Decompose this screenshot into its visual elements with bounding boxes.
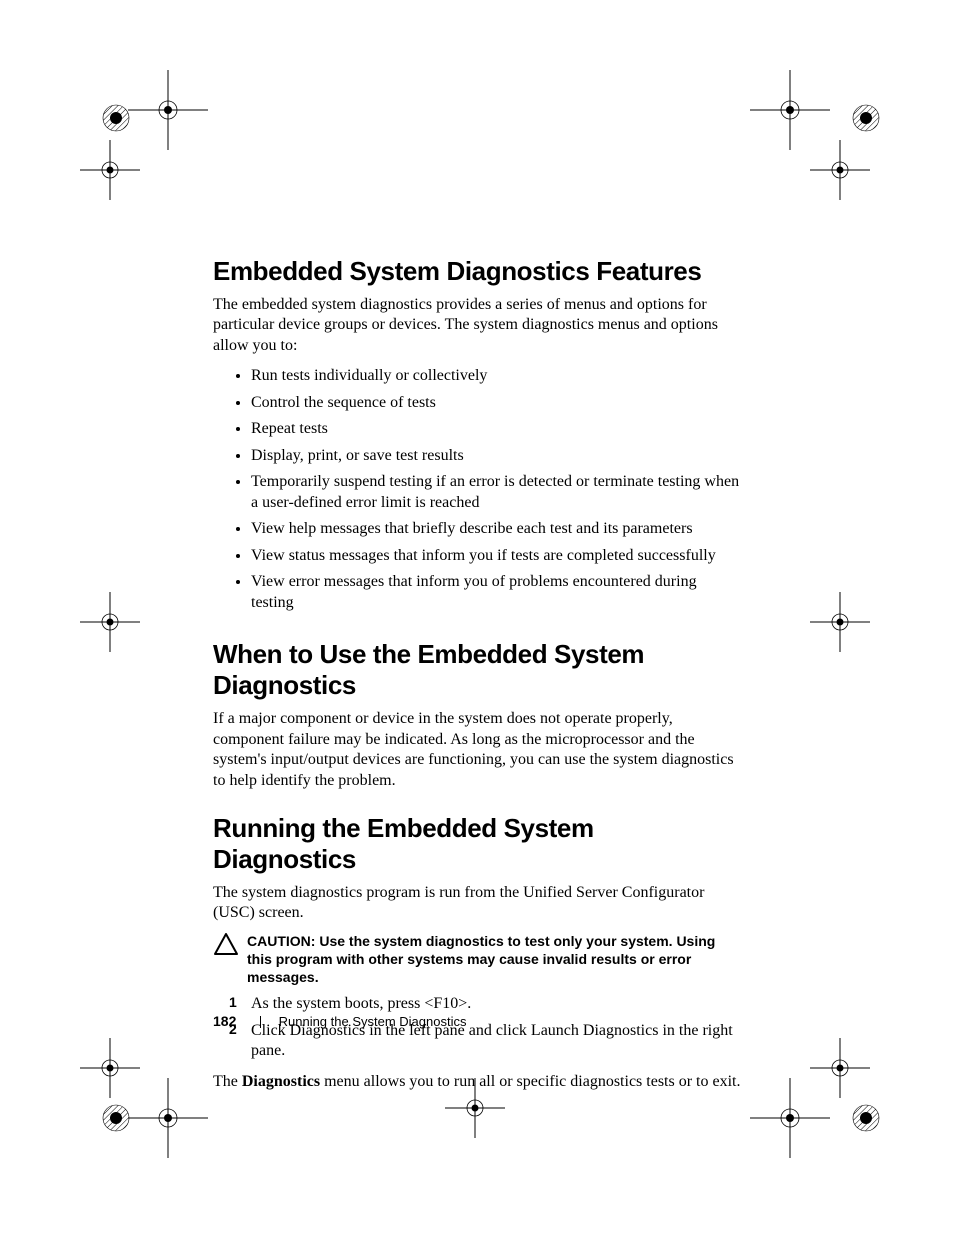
list-item: View status messages that inform you if …	[251, 544, 743, 570]
features-list: Run tests individually or collectively C…	[213, 364, 743, 617]
heading-running: Running the Embedded System Diagnostics	[213, 813, 743, 875]
crop-mark-icon	[838, 90, 918, 170]
crop-mark-icon	[810, 592, 870, 652]
list-item: View error messages that inform you of p…	[251, 570, 743, 617]
closing-post: menu allows you to run all or specific d…	[320, 1073, 740, 1090]
document-page: Embedded System Diagnostics Features The…	[0, 0, 954, 1235]
page-number: 182	[213, 1013, 236, 1029]
when-paragraph: If a major component or device in the sy…	[213, 709, 743, 791]
list-item: Temporarily suspend testing if an error …	[251, 470, 743, 517]
list-item: Display, print, or save test results	[251, 444, 743, 470]
caution-triangle-icon	[213, 932, 239, 956]
list-item: View help messages that briefly describe…	[251, 517, 743, 543]
crop-mark-icon	[750, 1078, 830, 1158]
closing-paragraph: The Diagnostics menu allows you to run a…	[213, 1072, 743, 1092]
running-paragraph: The system diagnostics program is run fr…	[213, 883, 743, 924]
crop-mark-icon	[88, 1090, 168, 1170]
crop-mark-icon	[838, 1090, 918, 1170]
crop-mark-icon	[750, 70, 830, 150]
closing-bold: Diagnostics	[242, 1073, 320, 1090]
list-item: Repeat tests	[251, 417, 743, 443]
list-item: Control the sequence of tests	[251, 391, 743, 417]
crop-mark-icon	[810, 1038, 870, 1098]
intro-paragraph: The embedded system diagnostics provides…	[213, 295, 743, 356]
crop-mark-icon	[128, 1078, 208, 1158]
list-item: Run tests individually or collectively	[251, 364, 743, 390]
heading-features: Embedded System Diagnostics Features	[213, 256, 743, 287]
footer-section-title: Running the System Diagnostics	[279, 1014, 467, 1029]
steps-list: As the system boots, press <F10>. Click …	[213, 992, 743, 1065]
crop-mark-icon	[128, 70, 208, 150]
caution-note: CAUTION: Use the system diagnostics to t…	[213, 932, 743, 987]
footer-divider	[260, 1016, 261, 1028]
crop-mark-icon	[80, 1038, 140, 1098]
page-content: Embedded System Diagnostics Features The…	[213, 256, 743, 1100]
closing-pre: The	[213, 1073, 242, 1090]
crop-mark-icon	[80, 592, 140, 652]
caution-label: CAUTION:	[247, 933, 319, 949]
page-footer: 182 Running the System Diagnostics	[213, 1013, 466, 1029]
crop-mark-icon	[88, 90, 168, 170]
crop-mark-icon	[80, 140, 140, 200]
heading-when: When to Use the Embedded System Diagnost…	[213, 639, 743, 701]
crop-mark-icon	[810, 140, 870, 200]
